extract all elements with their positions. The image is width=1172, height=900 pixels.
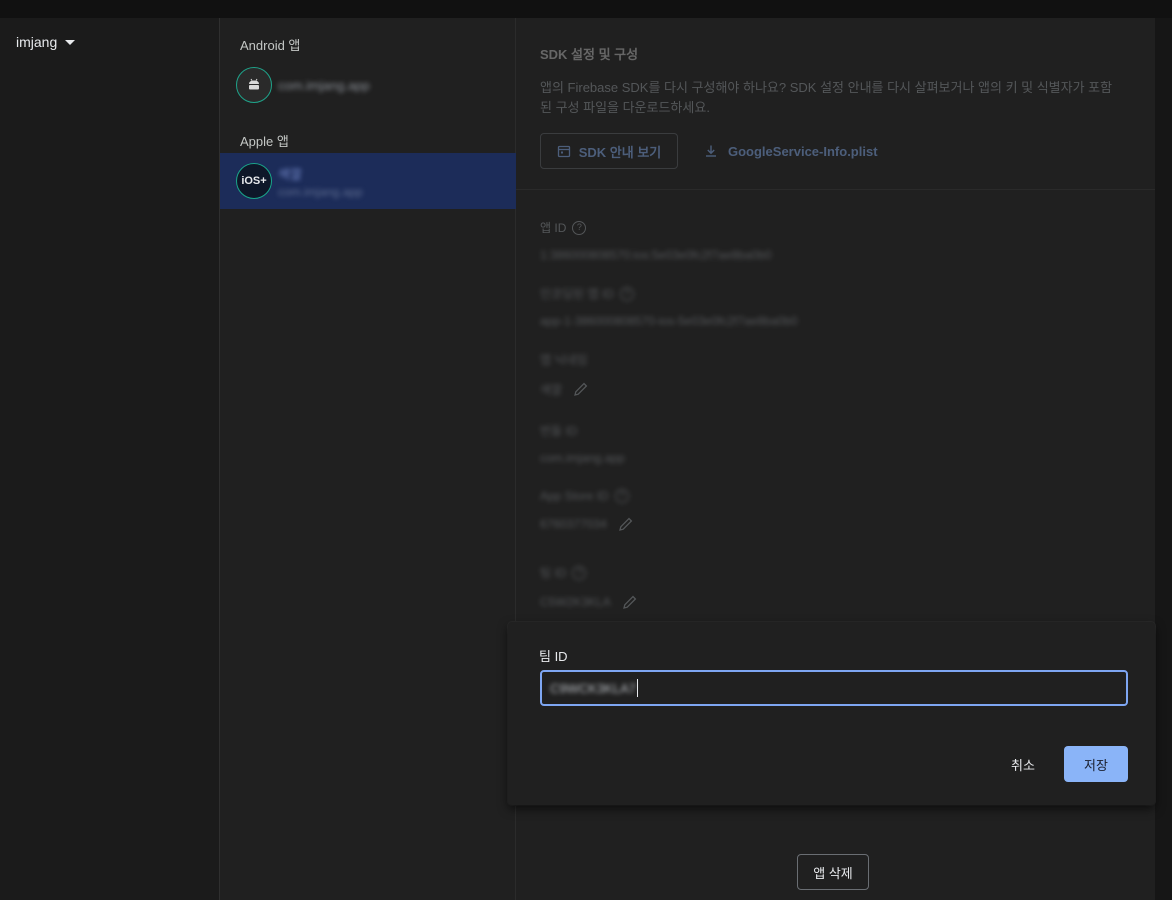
sdk-section-title: SDK 설정 및 구성 — [540, 47, 639, 62]
text-cursor — [636, 679, 638, 697]
team-id-label: 팀 ID — [539, 649, 568, 664]
caret-down-icon — [65, 39, 76, 45]
app-list: Android 앱 com.imjang.app Apple 앱 iOS+ 색깔 — [220, 18, 516, 900]
android-icon — [236, 67, 272, 103]
delete-app-button-visible[interactable]: 앱 삭제 — [797, 854, 869, 890]
field-app-store-id: App Store ID? 6760377034 — [540, 489, 635, 533]
field-bundle-id: 번들 ID com.imjang.app — [540, 424, 625, 465]
cancel-button[interactable]: 취소 — [1001, 746, 1045, 782]
scroll-gutter — [1155, 18, 1172, 900]
ios-app-name: 색깔 — [278, 166, 302, 182]
android-app-name: com.imjang.app — [278, 77, 370, 93]
edit-pencil-icon[interactable] — [572, 380, 590, 398]
download-icon — [706, 145, 716, 157]
download-config-link[interactable]: GoogleService-Info.plist — [704, 133, 878, 169]
view-sdk-guide-button[interactable]: SDK 안내 보기 — [540, 133, 678, 169]
left-navigation: imjang — [0, 18, 219, 900]
field-encoded-app-id: 인코딩된 앱 ID? app-1-386000808570-ios-5e03e0… — [540, 286, 798, 328]
ios-bundle-id: com.imjang.app — [278, 184, 363, 199]
field-team-id: 팀 ID? C5W2K3KLA — [540, 564, 639, 611]
download-config-label: GoogleService-Info.plist — [728, 143, 878, 159]
edit-team-id-popover: 팀 ID C9WCK3KLA7 취소 저장 — [508, 622, 1155, 805]
app-row-ios[interactable]: iOS+ 색깔 com.imjang.app — [220, 153, 516, 209]
apple-section-label: Apple 앱 — [240, 134, 289, 149]
app-row-android[interactable]: com.imjang.app — [220, 57, 516, 113]
edit-pencil-icon[interactable] — [621, 593, 639, 611]
help-icon[interactable]: ? — [614, 489, 629, 503]
save-button[interactable]: 저장 — [1064, 746, 1128, 782]
team-id-input[interactable]: C9WCK3KLA7 — [540, 670, 1128, 706]
delete-app-label: 앱 삭제 — [813, 865, 853, 881]
field-app-id: 앱 ID? 1:386000808570:ios:5e03e0fc2f7ae8b… — [540, 220, 772, 262]
sdk-description: 앱의 Firebase SDK를 다시 구성해야 하나요? SDK 설정 안내를… — [540, 80, 1113, 115]
field-app-nickname: 앱 닉네임 색깔 — [540, 351, 590, 398]
view-sdk-guide-label: SDK 안내 보기 — [578, 144, 662, 160]
help-icon[interactable]: ? — [572, 565, 587, 580]
team-id-value: C9WCK3KLA7 — [550, 680, 636, 696]
calendar-icon — [557, 145, 570, 158]
section-divider — [516, 189, 1156, 190]
top-bar — [0, 0, 1172, 18]
project-name: imjang — [16, 34, 58, 50]
project-switcher[interactable]: imjang — [16, 34, 76, 50]
edit-pencil-icon[interactable] — [617, 515, 635, 533]
help-icon[interactable]: ? — [572, 220, 587, 235]
ios-plus-icon: iOS+ — [236, 163, 272, 199]
help-icon[interactable]: ? — [619, 286, 634, 301]
android-section-label: Android 앱 — [240, 38, 301, 53]
